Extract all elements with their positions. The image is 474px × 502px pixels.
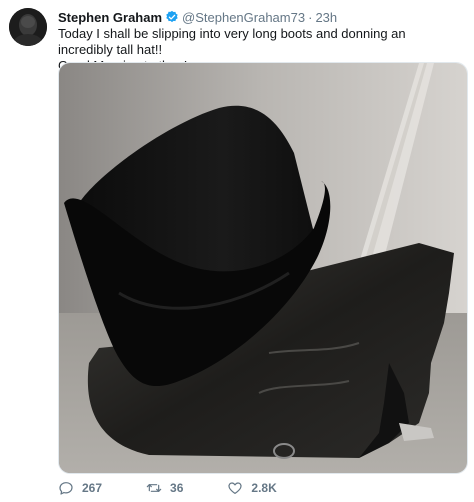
like-button[interactable]: 2.8K: [227, 480, 277, 496]
reply-icon: [59, 482, 73, 495]
tweet-timestamp[interactable]: 23h: [315, 10, 337, 25]
separator-dot: ·: [308, 9, 313, 25]
tweet-actions: 267 36 2.8K: [58, 478, 321, 498]
verified-badge-icon: [165, 10, 179, 24]
like-count: 2.8K: [251, 481, 277, 495]
reply-count: 267: [82, 481, 103, 495]
tweet-photo[interactable]: [58, 62, 468, 474]
tweet-text-line-1: Today I shall be slipping into very long…: [58, 26, 406, 57]
retweet-count: 36: [170, 481, 184, 495]
reply-button[interactable]: 267: [58, 480, 102, 496]
tweet-header: Stephen Graham @StephenGraham73 · 23h: [58, 8, 337, 26]
author-name[interactable]: Stephen Graham: [58, 10, 162, 25]
retweet-icon: [146, 484, 162, 492]
retweet-button[interactable]: 36: [146, 480, 183, 496]
tweet-card[interactable]: Stephen Graham @StephenGraham73 · 23h To…: [0, 0, 474, 502]
like-icon: [228, 482, 242, 494]
avatar[interactable]: [9, 8, 47, 46]
author-handle[interactable]: @StephenGraham73: [182, 10, 305, 25]
